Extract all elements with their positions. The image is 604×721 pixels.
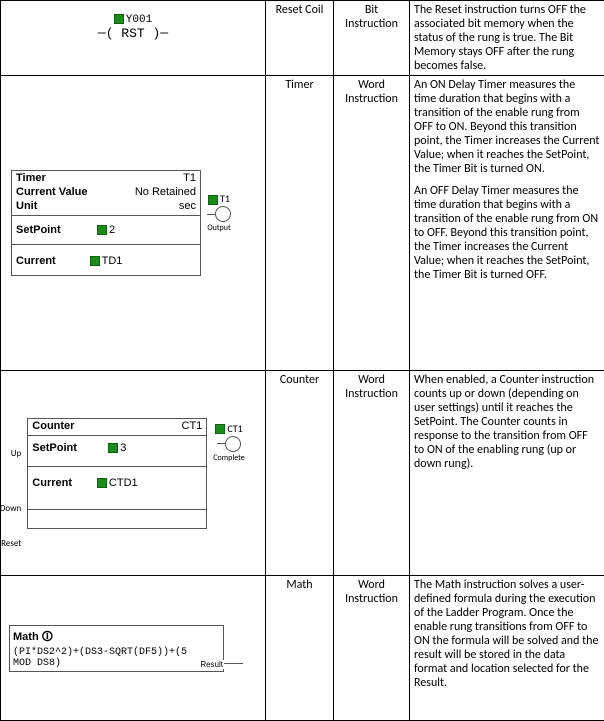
row-timer: Timer T1 Current Value No Retained Unit … bbox=[1, 76, 604, 371]
row-math: Math 🛈 (PI*DS2^2)+(DS3-SQRT(DF5))+(5 MOD… bbox=[1, 576, 604, 721]
reset-type: Bit Instruction bbox=[334, 1, 410, 76]
instruction-reference-table: Y001 ─( RST )─ Reset Coil Bit Instructio… bbox=[0, 0, 604, 721]
counter-output-node: CT1 Complete bbox=[213, 422, 244, 463]
counter-type: Word Instruction bbox=[334, 371, 410, 576]
timer-id: T1 bbox=[183, 172, 196, 184]
tag-icon bbox=[208, 195, 218, 205]
row-counter: Up Down Reset Counter CT1 SetPoint bbox=[1, 371, 604, 576]
tag-icon bbox=[97, 225, 107, 235]
counter-box: Counter CT1 SetPoint 3 Curren bbox=[27, 418, 207, 529]
timer-type: Word Instruction bbox=[334, 76, 410, 371]
reset-tag-label: Y001 bbox=[126, 14, 152, 26]
reset-coil-diagram: Y001 ─( RST )─ bbox=[1, 1, 266, 76]
math-diagram: Math 🛈 (PI*DS2^2)+(DS3-SQRT(DF5))+(5 MOD… bbox=[1, 576, 266, 721]
timer-title: Timer bbox=[16, 172, 183, 184]
reset-coil-symbol: ─( RST )─ bbox=[98, 26, 168, 41]
math-result-port: Result bbox=[199, 660, 224, 669]
math-type: Word Instruction bbox=[334, 576, 410, 721]
counter-diagram: Up Down Reset Counter CT1 SetPoint bbox=[1, 371, 266, 576]
reset-name: Reset Coil bbox=[266, 1, 334, 76]
counter-rung-down: Down bbox=[0, 503, 21, 514]
tag-icon bbox=[215, 424, 225, 434]
tag-icon bbox=[90, 256, 100, 266]
counter-rung-reset: Reset bbox=[0, 538, 21, 549]
tag-icon bbox=[108, 443, 118, 453]
math-name: Math bbox=[266, 576, 334, 721]
tag-icon bbox=[114, 14, 124, 24]
counter-name: Counter bbox=[266, 371, 334, 576]
row-reset-coil: Y001 ─( RST )─ Reset Coil Bit Instructio… bbox=[1, 1, 604, 76]
counter-desc: When enabled, a Counter instruction coun… bbox=[410, 371, 604, 576]
counter-rung-up: Up bbox=[0, 448, 21, 459]
timer-box: Timer T1 Current Value No Retained Unit … bbox=[11, 170, 201, 276]
timer-output-node: T1 Output bbox=[207, 192, 231, 233]
math-desc: The Math instruction solves a user-defin… bbox=[410, 576, 604, 721]
timer-desc: An ON Delay Timer measures the time dura… bbox=[410, 76, 604, 371]
timer-diagram: Timer T1 Current Value No Retained Unit … bbox=[1, 76, 266, 371]
reset-desc: The Reset instruction turns OFF the asso… bbox=[410, 1, 604, 76]
timer-name: Timer bbox=[266, 76, 334, 371]
math-box: Math 🛈 (PI*DS2^2)+(DS3-SQRT(DF5))+(5 MOD… bbox=[9, 625, 224, 672]
tag-icon bbox=[97, 478, 107, 488]
